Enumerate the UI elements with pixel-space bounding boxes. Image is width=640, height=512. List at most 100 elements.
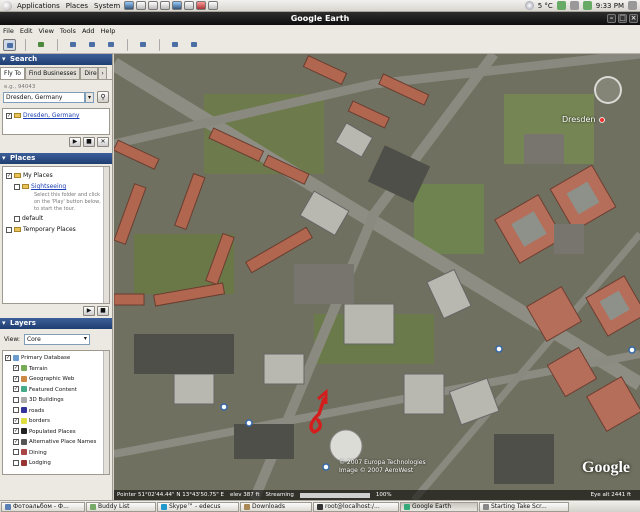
default-checkbox[interactable]: [14, 215, 20, 222]
tray-network-icon[interactable]: [556, 1, 566, 10]
layer-checkbox[interactable]: ✓: [5, 354, 11, 361]
menu-add[interactable]: Add: [79, 27, 98, 35]
temporary-checkbox[interactable]: [6, 226, 12, 233]
navigation-compass-icon[interactable]: [594, 76, 622, 104]
layer-item[interactable]: 3D Buildings: [5, 395, 107, 406]
layer-item[interactable]: ✓ borders: [5, 416, 107, 427]
layer-checkbox[interactable]: ✓: [13, 375, 19, 382]
search-section-header[interactable]: Search: [0, 54, 112, 65]
skype-launcher-icon[interactable]: [172, 1, 183, 10]
tree-sightseeing[interactable]: Sightseeing: [6, 181, 106, 192]
places-section-header[interactable]: Places: [0, 153, 112, 164]
task-downloads[interactable]: Downloads: [240, 501, 312, 512]
sidebar-toggle-icon[interactable]: [3, 38, 16, 51]
layer-item[interactable]: ✓ Alternative Place Names: [5, 437, 107, 448]
search-button[interactable]: ⚲: [96, 91, 110, 103]
tray-update-icon[interactable]: [582, 1, 592, 10]
result-link[interactable]: Dresden, Germany: [23, 112, 79, 119]
layers-scrollbar[interactable]: [103, 351, 109, 474]
places-stop-icon[interactable]: ■: [97, 306, 109, 316]
places-menu[interactable]: Places: [63, 2, 91, 10]
layer-item[interactable]: ✓ Primary Database: [5, 353, 107, 364]
task-skype[interactable]: Skype™ - edecus: [157, 501, 239, 512]
sightseeing-checkbox[interactable]: [14, 183, 20, 190]
menu-tools[interactable]: Tools: [57, 27, 79, 35]
print-icon[interactable]: [188, 39, 201, 51]
help-launcher-icon[interactable]: [208, 1, 219, 10]
terminal-launcher-icon[interactable]: [148, 1, 159, 10]
minimize-icon[interactable]: –: [607, 14, 616, 23]
places-scrollbar[interactable]: [103, 167, 109, 303]
folder-launcher-icon[interactable]: [184, 1, 195, 10]
result-checkbox[interactable]: ✓: [6, 112, 12, 119]
image-overlay-icon[interactable]: [105, 39, 118, 51]
task-screenshot[interactable]: Starting Take Scr...: [479, 501, 569, 512]
tray-volume-icon[interactable]: [569, 1, 579, 10]
task-buddy-list[interactable]: Buddy List: [86, 501, 156, 512]
browser-launcher-icon[interactable]: [124, 1, 135, 10]
tree-default[interactable]: default: [6, 213, 106, 224]
layer-checkbox[interactable]: [13, 407, 19, 413]
layer-checkbox[interactable]: [13, 396, 19, 403]
layer-checkbox[interactable]: ✓: [13, 365, 19, 371]
my-places-checkbox[interactable]: ✓: [6, 172, 12, 179]
history-dropdown[interactable]: ▾: [85, 91, 94, 103]
toolbar: [0, 36, 640, 54]
layer-item[interactable]: Dining: [5, 448, 107, 459]
layer-checkbox[interactable]: ✓: [13, 417, 19, 424]
email-launcher-icon[interactable]: [136, 1, 147, 10]
tab-fly-to[interactable]: Fly To: [0, 67, 25, 79]
layer-item[interactable]: ✓ Terrain: [5, 364, 107, 375]
weather-icon[interactable]: [524, 1, 534, 10]
layer-checkbox[interactable]: [13, 449, 19, 455]
task-photo-album[interactable]: Фотоальбом - Ф...: [1, 501, 85, 512]
applications-menu[interactable]: Applications: [14, 2, 63, 10]
layer-checkbox[interactable]: ✓: [13, 386, 19, 392]
close-icon[interactable]: ×: [629, 14, 638, 23]
app-launcher-icon[interactable]: [196, 1, 207, 10]
layer-item[interactable]: ✓ Populated Places: [5, 427, 107, 438]
map-view[interactable]: Dresden © 2007 Europa Technologies Image…: [114, 54, 640, 500]
layers-section-header[interactable]: Layers: [0, 318, 112, 329]
gnome-foot-icon[interactable]: [2, 0, 12, 11]
delete-icon[interactable]: ✕: [97, 137, 109, 147]
editor-launcher-icon[interactable]: [160, 1, 171, 10]
ruler-icon[interactable]: [137, 39, 150, 51]
play-icon[interactable]: ▶: [69, 137, 81, 147]
weather-temp[interactable]: 5 °C: [538, 2, 553, 10]
path-icon[interactable]: [86, 39, 99, 51]
layer-checkbox[interactable]: ✓: [13, 428, 19, 434]
window-title-bar[interactable]: Google Earth – □ ×: [0, 12, 640, 25]
layer-item[interactable]: ✓ Featured Content: [5, 385, 107, 396]
places-play-icon[interactable]: ▶: [83, 306, 95, 316]
menu-edit[interactable]: Edit: [17, 27, 36, 35]
layer-item[interactable]: Lodging: [5, 458, 107, 469]
layer-item[interactable]: ✓ Geographic Web: [5, 374, 107, 385]
system-menu[interactable]: System: [91, 2, 123, 10]
layer-checkbox[interactable]: [13, 459, 19, 466]
tab-directions[interactable]: Directions: [80, 67, 99, 79]
maximize-icon[interactable]: □: [618, 14, 627, 23]
menu-view[interactable]: View: [35, 27, 56, 35]
streaming-percent: 100%: [375, 492, 392, 498]
stop-icon[interactable]: ■: [83, 137, 95, 147]
power-icon[interactable]: [628, 1, 637, 10]
fly-to-input[interactable]: Dresden, Germany: [3, 91, 86, 103]
task-google-earth[interactable]: Google Earth: [400, 501, 478, 512]
tab-find-businesses[interactable]: Find Businesses: [24, 67, 81, 79]
tree-my-places[interactable]: ✓ My Places: [6, 170, 106, 181]
menu-file[interactable]: File: [0, 27, 17, 35]
sightseeing-label[interactable]: Sightseeing: [31, 183, 66, 190]
layer-item[interactable]: roads: [5, 406, 107, 417]
view-select[interactable]: Core: [23, 334, 90, 345]
clock[interactable]: 9:33 PM: [596, 2, 624, 10]
email-icon[interactable]: [169, 39, 182, 51]
placemark-icon[interactable]: [35, 39, 48, 51]
layer-checkbox[interactable]: ✓: [13, 438, 19, 445]
polygon-icon[interactable]: [67, 39, 80, 51]
tree-temporary-places[interactable]: Temporary Places: [6, 224, 106, 235]
city-label[interactable]: Dresden: [562, 115, 595, 124]
menu-help[interactable]: Help: [98, 27, 119, 35]
task-terminal[interactable]: root@localhost:/...: [313, 501, 399, 512]
tab-scroll-right[interactable]: ›: [98, 67, 107, 79]
